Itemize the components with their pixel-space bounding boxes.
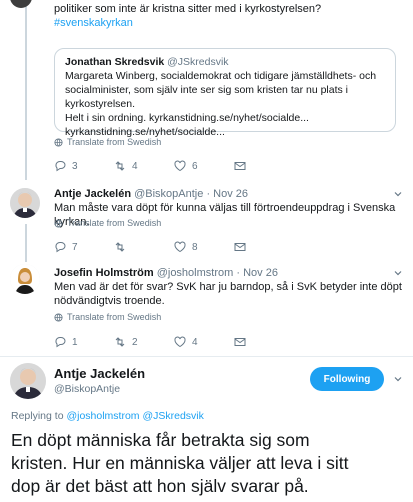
hashtag-link[interactable]: #svenskakyrkan [54, 16, 399, 30]
quote-text-line: socialminister, som själv inte ser sig s… [65, 84, 349, 110]
replying-to: Replying to @josholmstrom @JSkredsvik [11, 410, 204, 422]
like-button[interactable]: 8 [174, 241, 234, 253]
dm-button[interactable] [234, 160, 294, 172]
main-author-name[interactable]: Antje Jackelén [54, 366, 145, 381]
tweet-line: kristen. Hur en människa väljer att leva… [11, 453, 349, 473]
like-count: 4 [192, 336, 198, 348]
timestamp[interactable]: Nov 26 [243, 267, 278, 279]
tweet-actions: 7 8 [54, 241, 294, 253]
thread-line [25, 224, 27, 262]
retweet-icon [115, 337, 125, 347]
tweet-actions: 1 2 4 [54, 336, 294, 348]
quoted-tweet[interactable]: Jonathan Skredsvik @JSkredsvik Margareta… [54, 48, 396, 138]
retweet-icon [115, 242, 125, 252]
like-count: 8 [192, 241, 198, 253]
retweet-count: 4 [132, 160, 138, 172]
retweet-icon [115, 161, 125, 171]
main-author-handle[interactable]: @BiskopAntje [54, 383, 120, 395]
translate-label: Translate from Swedish [67, 137, 162, 147]
tweet-line: dop är det bäst att hon själv svarar på. [11, 476, 309, 496]
quote-text-line: Helt i sin ordning. kyrkanstidning.se/ny… [65, 112, 309, 124]
globe-icon [54, 312, 63, 322]
reply-button[interactable]: 3 [54, 160, 114, 172]
dm-button[interactable] [234, 241, 294, 253]
like-button[interactable]: 4 [174, 336, 234, 348]
quote-author-handle: @JSkredsvik [167, 56, 229, 68]
following-button[interactable]: Following [310, 367, 384, 391]
translate-link[interactable]: Translate from Swedish [54, 137, 161, 147]
timestamp[interactable]: Nov 26 [213, 188, 248, 200]
retweet-button[interactable] [114, 241, 174, 253]
dm-button[interactable] [234, 336, 294, 348]
avatar[interactable] [10, 188, 40, 218]
quote-author-name: Jonathan Skredsvik [65, 56, 165, 68]
tweet-header: Josefin Holmström @josholmstrom · Nov 26 [54, 267, 278, 279]
envelope-icon [234, 338, 246, 346]
heart-icon [174, 241, 186, 253]
envelope-icon [234, 162, 246, 170]
tweet-text: Men vad är det för svar? SvK har ju barn… [54, 280, 404, 308]
replying-to-links[interactable]: @josholmstrom @JSkredsvik [66, 410, 203, 422]
tweet-line: politiker som inte är kristna sitter med… [54, 3, 322, 15]
avatar[interactable] [10, 264, 40, 294]
tweet-line: nödvändigtvis troende. [54, 295, 165, 307]
reply-icon [55, 242, 66, 253]
tweet-line: Men vad är det för svar? SvK har ju barn… [54, 281, 402, 293]
author-handle[interactable]: @BiskopAntje [134, 188, 203, 200]
translate-link[interactable]: Translate from Swedish [54, 312, 161, 322]
heart-icon [174, 160, 186, 172]
heart-icon [174, 336, 186, 348]
translate-link[interactable]: Translate from Swedish [54, 218, 161, 228]
avatar[interactable] [10, 0, 32, 8]
reply-button[interactable]: 7 [54, 241, 114, 253]
reply-button[interactable]: 1 [54, 336, 114, 348]
thread-line [25, 0, 27, 180]
chevron-down-icon[interactable] [393, 189, 403, 199]
divider [0, 356, 413, 357]
retweet-button[interactable]: 2 [114, 336, 174, 348]
quote-text-line: Margareta Winberg, socialdemokrat och ti… [65, 70, 377, 82]
like-count: 6 [192, 160, 198, 172]
translate-label: Translate from Swedish [67, 218, 162, 228]
reply-icon [55, 337, 66, 348]
replying-prefix: Replying to [11, 410, 64, 422]
reply-count: 3 [72, 160, 78, 172]
retweet-button[interactable]: 4 [114, 160, 174, 172]
author-handle[interactable]: @josholmstrom [157, 267, 234, 279]
retweet-count: 2 [132, 336, 138, 348]
reply-count: 1 [72, 336, 78, 348]
tweet-header: Antje Jackelén @BiskopAntje · Nov 26 [54, 188, 249, 200]
avatar[interactable] [10, 363, 46, 399]
main-tweet-text: En döpt människa får betrakta sig som kr… [11, 429, 406, 498]
envelope-icon [234, 243, 246, 251]
reply-count: 7 [72, 241, 78, 253]
tweet-text: politiker som inte är kristna sitter med… [54, 2, 399, 30]
tweet-line: En döpt människa får betrakta sig som [11, 430, 310, 450]
reply-icon [55, 161, 66, 172]
author-name[interactable]: Josefin Holmström [54, 267, 154, 279]
author-name[interactable]: Antje Jackelén [54, 188, 131, 200]
chevron-down-icon[interactable] [393, 268, 403, 278]
globe-icon [54, 218, 63, 228]
globe-icon [54, 137, 63, 147]
chevron-down-icon[interactable] [393, 374, 403, 384]
translate-label: Translate from Swedish [67, 312, 162, 322]
tweet-actions: 3 4 6 [54, 160, 294, 172]
like-button[interactable]: 6 [174, 160, 234, 172]
